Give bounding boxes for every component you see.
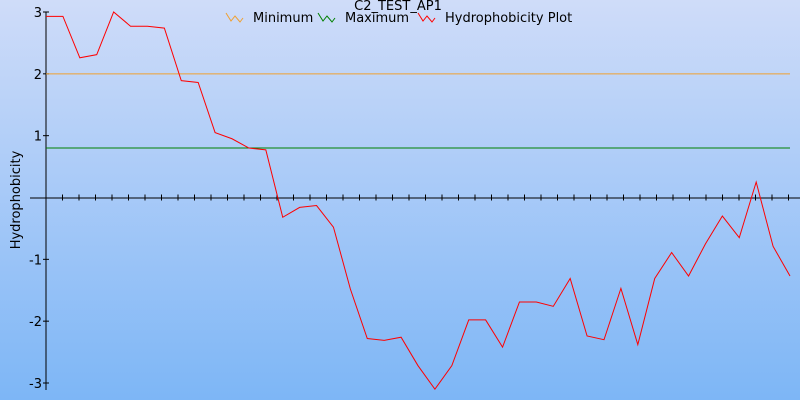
y-tick-label: 1 <box>34 130 42 145</box>
chart-canvas: C2_TEST_AP1 Minimum Maximum Hydrophobicity… <box>0 0 800 400</box>
y-axis-label: Hydrophobicity <box>9 150 24 249</box>
legend-label-maximum: Maximum <box>345 11 409 26</box>
chart-background <box>0 0 800 400</box>
y-tick-label: -1 <box>29 253 42 268</box>
y-tick-label: -3 <box>29 377 42 392</box>
hydrophobicity-chart: C2_TEST_AP1 Minimum Maximum Hydrophobicity… <box>0 0 800 400</box>
y-tick-label: 2 <box>34 68 42 83</box>
legend: Minimum Maximum Hydrophobicity Plot <box>225 11 572 26</box>
legend-label-minimum: Minimum <box>253 11 313 26</box>
y-tick-label: 3 <box>34 6 42 21</box>
legend-label-hydrophobicity-plot: Hydrophobicity Plot <box>445 11 572 26</box>
y-tick-label: -2 <box>29 315 42 330</box>
